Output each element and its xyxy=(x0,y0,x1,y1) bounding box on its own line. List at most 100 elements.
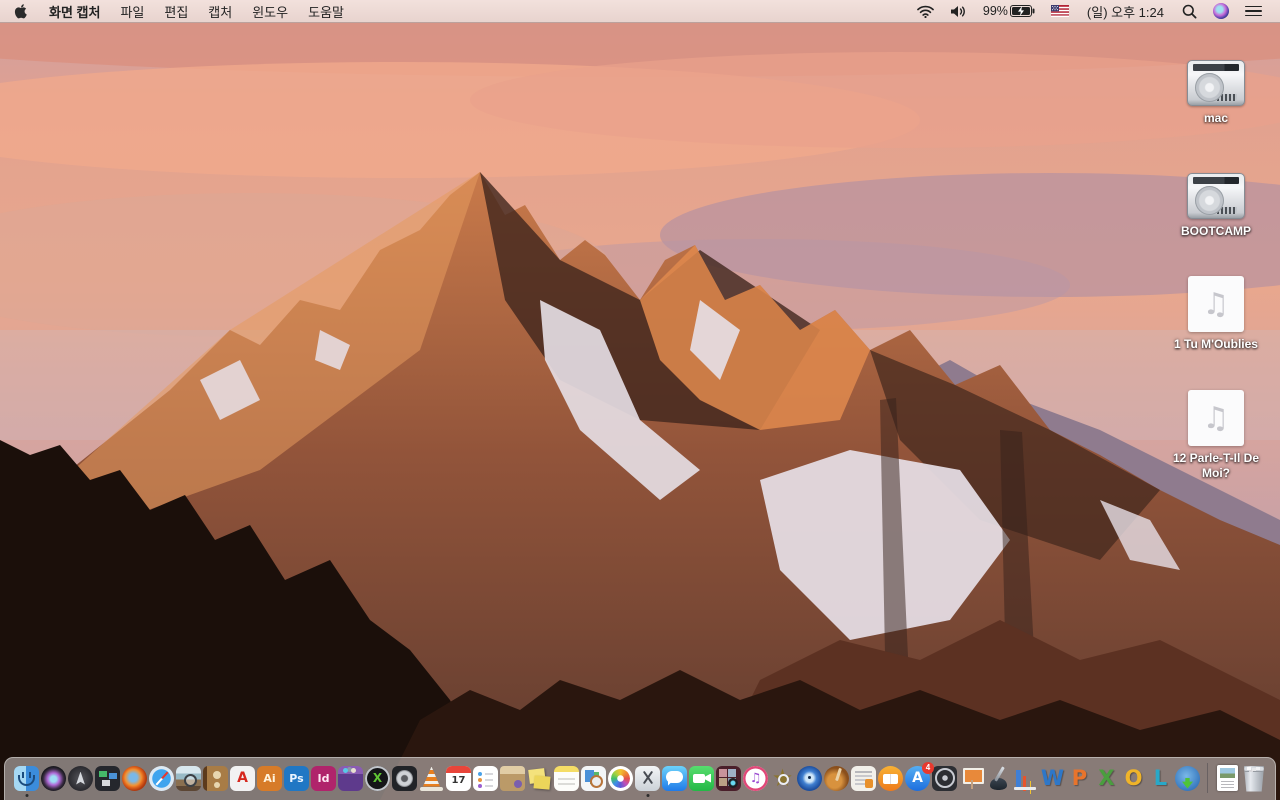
illustrator-glyph: Ai xyxy=(263,771,276,785)
easyfind-glyph: ★ xyxy=(771,764,794,792)
mission-control-dock-icon[interactable] xyxy=(95,765,120,791)
battery-status[interactable]: 99% xyxy=(975,0,1043,22)
desktop-icon-1-tu-m-oublies[interactable]: ♫ 1 Tu M'Oublies xyxy=(1158,276,1274,352)
menu-item-0[interactable]: 파일 xyxy=(110,0,154,22)
easyfind-dock-icon[interactable]: ★ xyxy=(770,766,795,791)
desktop-icons: mac BOOTCAMP ♫ 1 Tu M'Oublies ♫ 12 Parle-T-Il… xyxy=(1158,24,1274,764)
menu-item-1[interactable]: 편집 xyxy=(154,0,198,22)
acrobat-reader-glyph: A xyxy=(237,770,248,786)
firefox-dock-icon[interactable] xyxy=(122,765,147,791)
ibooks-dock-icon[interactable] xyxy=(878,765,903,791)
launchpad-dock-icon[interactable] xyxy=(68,765,93,791)
running-indicator-dot xyxy=(646,793,649,797)
facetime-dock-icon[interactable] xyxy=(689,765,714,791)
itunes-glyph: ♫ xyxy=(749,770,762,786)
document-stack-dock-icon[interactable] xyxy=(851,765,876,791)
status-menu-area: 99% (일) 오후 1:24 xyxy=(909,0,1280,22)
numbers-dock-icon[interactable] xyxy=(1013,766,1038,791)
input-source-us-flag[interactable] xyxy=(1043,0,1077,22)
desktop-icon-12-parle-t-il-de-moi-[interactable]: ♫ 12 Parle-T-Il De Moi? xyxy=(1158,390,1274,481)
battery-charging-icon xyxy=(1009,5,1035,17)
reminders-dock-icon[interactable] xyxy=(473,765,498,791)
indesign-dock-icon[interactable]: Id xyxy=(311,765,336,791)
unarchiver-dock-icon[interactable] xyxy=(500,765,525,791)
desktop-screen: 화면 캡처 파일 편집 캡처 윈도우 도움말 99% (일) 오후 1:24 m… xyxy=(0,0,1280,800)
desktop-icon-label: 12 Parle-T-Il De Moi? xyxy=(1172,451,1260,480)
running-indicator-dot xyxy=(25,793,28,797)
xld-glyph: X xyxy=(372,771,383,785)
trash-full-dock-icon[interactable] xyxy=(1242,765,1266,792)
powerpoint-dock-icon[interactable]: P xyxy=(1067,766,1092,791)
excel-dock-icon[interactable]: X xyxy=(1094,766,1119,791)
app-store-dock-icon[interactable]: A4 xyxy=(905,761,934,791)
hard-drive-icon[interactable] xyxy=(1158,60,1274,106)
photos-dock-icon[interactable] xyxy=(608,765,633,791)
menu-item-3[interactable]: 윈도우 xyxy=(242,0,298,22)
acrobat-reader-dock-icon[interactable]: A xyxy=(230,765,255,791)
toast-titanium-dock-icon[interactable] xyxy=(338,765,363,791)
safari-dock-icon[interactable] xyxy=(149,765,174,791)
desktop-icon-bootcamp[interactable]: BOOTCAMP xyxy=(1158,173,1274,239)
menu-item-4[interactable]: 도움말 xyxy=(298,0,354,22)
photoshop-glyph: Ps xyxy=(289,771,304,785)
disk-tool-dock-icon[interactable] xyxy=(392,765,417,791)
desktop-icon-label: 1 Tu M'Oublies xyxy=(1174,337,1258,351)
keynote-dock-icon[interactable] xyxy=(959,766,984,791)
wifi-icon[interactable] xyxy=(909,0,942,22)
illustrator-dock-icon[interactable]: Ai xyxy=(257,765,282,791)
powerpoint-glyph: P xyxy=(1071,766,1088,790)
jpeg-document-dock-icon[interactable] xyxy=(1215,765,1240,791)
audio-file-icon[interactable]: ♫ xyxy=(1158,390,1274,446)
finder-dock-icon[interactable] xyxy=(14,765,39,797)
xld-dock-icon[interactable]: X xyxy=(365,765,390,791)
contacts-dock-icon[interactable] xyxy=(203,765,228,791)
itunes-dock-icon[interactable]: ♫ xyxy=(743,765,768,791)
word-glyph: W xyxy=(1040,766,1065,790)
grab-screen-capture-dock-icon[interactable] xyxy=(635,765,660,797)
calendar-glyph: 17 xyxy=(451,774,466,786)
desktop-icon-mac[interactable]: mac xyxy=(1158,60,1274,126)
stickies-dock-icon[interactable] xyxy=(527,766,552,791)
us-flag-icon xyxy=(1050,5,1069,17)
battery-percent-label: 99% xyxy=(982,4,1008,18)
siri-dock-icon[interactable] xyxy=(41,765,66,791)
volume-icon[interactable] xyxy=(942,0,975,22)
lync-glyph: L xyxy=(1153,766,1168,790)
photo-booth-dock-icon[interactable] xyxy=(716,765,741,791)
preview-dock-icon[interactable] xyxy=(176,765,201,791)
vlc-dock-icon[interactable] xyxy=(419,766,444,791)
desktop-icon-label: BOOTCAMP xyxy=(1181,224,1251,238)
word-dock-icon[interactable]: W xyxy=(1040,766,1065,791)
app-store-glyph: A xyxy=(912,770,923,786)
wallpaper-sierra-mountains xyxy=(0,0,1280,800)
notification-center-icon[interactable] xyxy=(1237,0,1270,22)
audio-file-icon[interactable]: ♫ xyxy=(1158,276,1274,332)
garageband-dock-icon[interactable] xyxy=(824,765,849,791)
disc-ripper-dock-icon[interactable] xyxy=(797,765,822,791)
notification-badge: 4 xyxy=(922,761,934,774)
calendar-dock-icon[interactable]: 17 xyxy=(446,765,471,791)
dock-divider xyxy=(1207,763,1208,793)
pages-dock-icon[interactable] xyxy=(986,766,1011,791)
menu-clock[interactable]: (일) 오후 1:24 xyxy=(1077,2,1174,21)
menu-item-2[interactable]: 캡처 xyxy=(198,0,242,22)
lync-dock-icon[interactable]: L xyxy=(1148,766,1173,791)
hard-drive-icon[interactable] xyxy=(1158,173,1274,219)
image-documents-dock-icon[interactable] xyxy=(581,765,606,791)
outlook-glyph: O xyxy=(1124,766,1143,790)
menu-app-name[interactable]: 화면 캡처 xyxy=(39,0,110,22)
photoshop-dock-icon[interactable]: Ps xyxy=(284,765,309,791)
ms-globe-dock-icon[interactable] xyxy=(1175,765,1200,791)
indesign-glyph: Id xyxy=(317,771,330,785)
spotlight-search-icon[interactable] xyxy=(1174,0,1205,22)
apple-menu[interactable] xyxy=(0,0,39,22)
excel-glyph: X xyxy=(1098,766,1115,790)
apple-icon xyxy=(14,4,27,19)
notes-dock-icon[interactable] xyxy=(554,765,579,791)
desktop-icon-label: mac xyxy=(1203,111,1229,125)
outlook-dock-icon[interactable]: O xyxy=(1121,766,1146,791)
system-preferences-dock-icon[interactable] xyxy=(932,765,957,791)
siri-menu-icon[interactable] xyxy=(1205,0,1237,22)
dock: A Ai Ps Id X 17 ♫ ★ A 4 W P X O L xyxy=(4,757,1276,800)
messages-dock-icon[interactable] xyxy=(662,765,687,791)
